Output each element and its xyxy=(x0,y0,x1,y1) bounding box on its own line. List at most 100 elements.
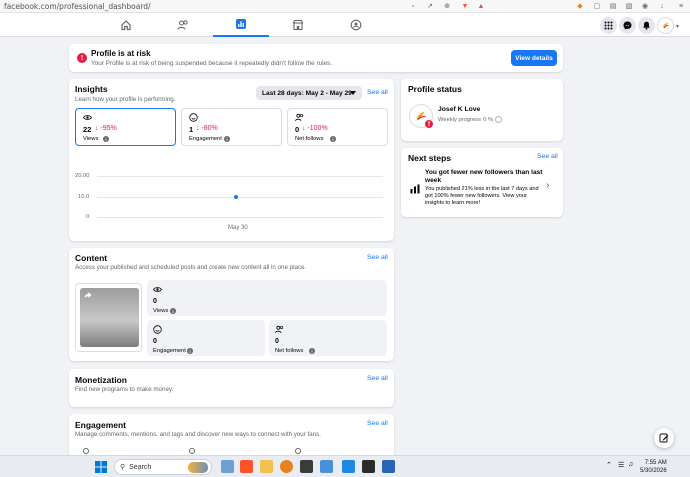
eye-icon xyxy=(83,115,92,120)
nav-marketplace[interactable] xyxy=(270,13,326,37)
engagement-title: Engagement xyxy=(75,420,127,430)
weather-widget-icon xyxy=(188,462,208,473)
taskbar-clock[interactable]: 7:55 AM 5/30/2026 xyxy=(640,460,667,475)
view-details-button[interactable]: View details xyxy=(511,50,557,66)
account-avatar[interactable] xyxy=(657,17,674,34)
taskbar-app-vscode[interactable] xyxy=(342,460,355,473)
info-icon[interactable]: i xyxy=(309,348,315,354)
content-stat-engagement: 0 Engagement i xyxy=(147,320,265,356)
nav-groups[interactable] xyxy=(328,13,384,37)
content-net-follows-label: Net follows xyxy=(275,348,304,354)
browser-address-bar[interactable]: facebook.com/professional_dashboard/ ▫ ↗… xyxy=(0,0,690,13)
extensions-icon[interactable]: ▢ xyxy=(592,1,602,11)
marketplace-icon xyxy=(292,19,304,31)
chevron-right-icon: › xyxy=(546,180,550,191)
taskbar-app-file-explorer[interactable] xyxy=(260,460,273,473)
info-icon[interactable]: i xyxy=(103,136,109,142)
taskbar-search-text: Search xyxy=(129,463,152,471)
messenger-button[interactable] xyxy=(619,17,636,34)
followers-icon xyxy=(275,325,284,334)
menu-icon[interactable]: ≡ xyxy=(676,1,686,11)
caret-down-icon xyxy=(350,91,356,95)
content-card: Content Access your published and schedu… xyxy=(69,248,394,361)
compose-button[interactable] xyxy=(654,428,674,448)
eye-icon xyxy=(153,287,162,292)
metric-net-follows-value: 0 xyxy=(295,125,300,134)
content-net-follows-value: 0 xyxy=(275,338,279,345)
url-text[interactable]: facebook.com/professional_dashboard/ xyxy=(0,2,151,11)
volume-icon[interactable]: ♫ xyxy=(628,461,633,468)
gridline xyxy=(97,176,383,177)
taskbar-app-edge[interactable] xyxy=(280,460,293,473)
engagement-see-all-link[interactable]: See all xyxy=(367,420,388,427)
nav-home[interactable] xyxy=(98,13,154,37)
date-range-dropdown[interactable]: Last 28 days: May 2 - May 29 xyxy=(256,86,362,100)
share-icon[interactable]: ↗ xyxy=(425,1,435,11)
vpn-icon[interactable]: ◉ xyxy=(640,1,650,11)
metric-engagement-value: 1 xyxy=(189,125,194,134)
bookmark-icon[interactable]: ▫ xyxy=(408,1,418,11)
info-icon[interactable]: i xyxy=(224,136,230,142)
content-stat-net-follows: 0 Net follows i xyxy=(269,320,387,356)
metric-net-follows[interactable]: 0 ↓ -100% Net follows i xyxy=(287,108,388,146)
search-icon: ⚲ xyxy=(120,464,126,471)
metric-engagement[interactable]: 1 ↓ -80% Engagement i xyxy=(181,108,282,146)
sidebar-icon[interactable]: ▤ xyxy=(608,1,618,11)
insights-see-all-link[interactable]: See all xyxy=(367,89,388,96)
extension-fox-icon[interactable]: ◆ xyxy=(575,1,585,11)
nav-professional-dashboard[interactable] xyxy=(213,13,269,37)
wifi-icon[interactable]: ☰ xyxy=(618,461,624,469)
metric-views-change: ↓ -95% xyxy=(95,125,117,132)
taskbar-app-powershell[interactable] xyxy=(382,460,395,473)
rewards-icon[interactable]: ▲ xyxy=(476,1,486,11)
date-range-label: Last 28 days: May 2 - May 29 xyxy=(262,89,352,97)
content-see-all-link[interactable]: See all xyxy=(367,254,388,261)
profile-avatar[interactable]: ! xyxy=(409,104,434,129)
taskbar-app-brave[interactable] xyxy=(240,460,253,473)
profile-logo-icon xyxy=(663,22,669,29)
monetization-subtitle: Find new programs to make money. xyxy=(75,386,174,393)
monetization-see-all-link[interactable]: See all xyxy=(367,375,388,382)
windows-taskbar: ⚲ Search ⌃ ☰ ♫ 7:55 AM 5/30/2026 xyxy=(0,455,690,477)
windows-start-icon[interactable] xyxy=(95,461,107,473)
followers-icon xyxy=(295,113,304,122)
system-tray-chevron-icon[interactable]: ⌃ xyxy=(606,461,612,469)
next-step-item[interactable]: You got fewer new followers than last we… xyxy=(401,167,563,215)
gridline xyxy=(97,217,383,218)
zoom-icon[interactable]: ⊕ xyxy=(442,1,452,11)
post-thumbnail[interactable] xyxy=(75,283,142,352)
dashboard-icon xyxy=(236,19,246,29)
metric-views[interactable]: 22 ↓ -95% Views i xyxy=(75,108,176,146)
taskbar-app-notepad[interactable] xyxy=(320,460,333,473)
content-stat-views: 0 Views i xyxy=(147,280,387,316)
brave-shield-icon[interactable]: ▼ xyxy=(460,1,470,11)
info-icon[interactable]: i xyxy=(170,308,176,314)
wallet-icon[interactable]: ▧ xyxy=(624,1,634,11)
messenger-icon xyxy=(623,21,632,30)
taskbar-app-widgets[interactable] xyxy=(221,460,234,473)
alert-body: Your Profile is at risk of being suspend… xyxy=(91,60,333,67)
info-icon[interactable]: i xyxy=(187,348,193,354)
info-icon[interactable]: i xyxy=(330,136,336,142)
home-icon xyxy=(121,20,131,31)
engagement-card: Engagement Manage comments, mentions, an… xyxy=(69,414,394,455)
taskbar-app-terminal[interactable] xyxy=(362,460,375,473)
menu-button[interactable] xyxy=(600,17,617,34)
taskbar-app-calculator[interactable] xyxy=(300,460,313,473)
monetization-card: Monetization Find new programs to make m… xyxy=(69,369,394,407)
notifications-button[interactable] xyxy=(638,17,655,34)
next-steps-see-all-link[interactable]: See all xyxy=(537,153,558,160)
profile-name[interactable]: Josef K Love xyxy=(438,106,480,113)
tag-icon xyxy=(295,448,301,454)
content-views-label: Views xyxy=(153,308,169,314)
download-icon[interactable]: ↓ xyxy=(657,1,667,11)
metric-engagement-change: ↓ -80% xyxy=(196,125,218,132)
content-engagement-value: 0 xyxy=(153,338,157,345)
nav-friends[interactable] xyxy=(155,13,211,37)
engagement-subtitle: Manage comments, mentions, and tags and … xyxy=(75,431,321,438)
account-chevron-down-icon[interactable]: ▾ xyxy=(676,23,679,30)
taskbar-search-box[interactable]: ⚲ Search xyxy=(114,459,212,475)
insights-subtitle: Learn how your profile is performing. xyxy=(75,96,176,103)
metric-views-value: 22 xyxy=(83,125,92,134)
metric-views-label: Views xyxy=(83,136,99,142)
